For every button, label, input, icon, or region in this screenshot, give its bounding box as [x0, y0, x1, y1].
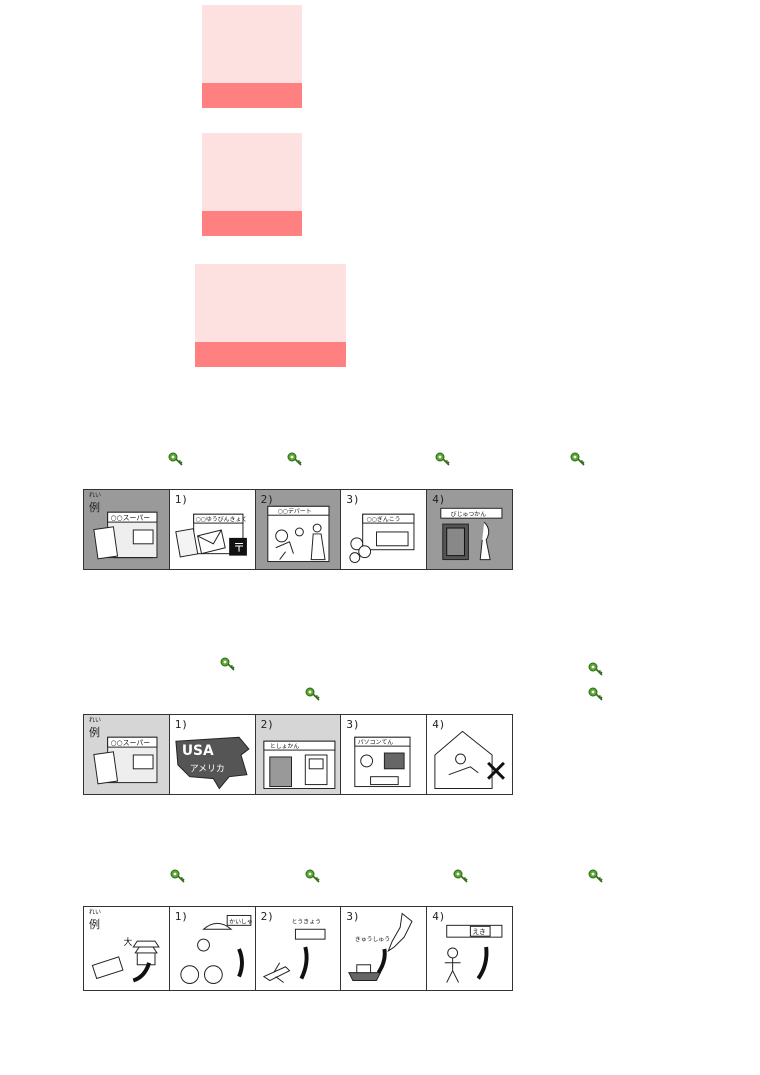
svg-text:○○デパート: ○○デパート	[277, 507, 311, 515]
svg-text:とうきょう: とうきょう	[291, 918, 321, 925]
panel-2: 2) としょかん	[255, 715, 342, 794]
placeholder-bar	[202, 211, 302, 236]
key-icon[interactable]	[170, 869, 186, 883]
panel-example: れい例 大	[84, 907, 170, 990]
picture-strip-1: れい例 ○○スーパー 1) ○○ゆうびんきょく 〒 2) ○○デパート 3) ○…	[83, 489, 513, 570]
placeholder-bar	[195, 342, 346, 367]
svg-text:○○ぎんこう: ○○ぎんこう	[367, 515, 401, 523]
library-illustration: としょかん	[262, 740, 335, 790]
ship-illustration: きゅうしゅう	[348, 912, 414, 982]
key-icon[interactable]	[168, 452, 184, 466]
station-illustration: えき	[444, 924, 503, 983]
svg-text:えき: えき	[473, 928, 487, 936]
panel-1: 1) ○○ゆうびんきょく 〒	[170, 490, 256, 569]
key-icon[interactable]	[588, 869, 604, 883]
museum-illustration: びじゅつかん	[440, 507, 503, 561]
computer-shop-illustration: パソコンてん	[354, 736, 411, 788]
picture-strip-3: れい例 大 1) かいしゃ 2) とうきょう 3) きゅうしゅう 4) えき	[83, 906, 513, 991]
image-placeholder-2	[202, 133, 302, 236]
image-placeholder-3	[195, 264, 346, 367]
panel-2: 2) ○○デパート	[255, 490, 342, 569]
svg-text:○○スーパー: ○○スーパー	[111, 739, 151, 747]
svg-text:○○ゆうびんきょく: ○○ゆうびんきょく	[195, 515, 247, 523]
post-office-illustration: ○○ゆうびんきょく 〒	[175, 513, 247, 558]
svg-text:大: 大	[123, 936, 132, 948]
placeholder-bar	[202, 83, 302, 108]
panel-4: 4)	[427, 715, 512, 794]
image-placeholder-1	[202, 5, 302, 108]
panel-4: 4) びじゅつかん	[427, 490, 512, 569]
panel-3: 3) パソコンてん	[341, 715, 428, 794]
supermarket-illustration: ○○スーパー	[93, 511, 158, 560]
bank-illustration: ○○ぎんこう	[349, 513, 415, 564]
panel-3: 3) きゅうしゅう	[341, 907, 428, 990]
svg-text:○○スーパー: ○○スーパー	[111, 514, 151, 522]
key-icon[interactable]	[453, 869, 469, 883]
panel-1: 1) USA アメリカ	[170, 715, 256, 794]
svg-text:USA: USA	[182, 743, 214, 759]
department-store-illustration: ○○デパート	[266, 505, 330, 563]
svg-text:としょかん: としょかん	[269, 743, 299, 750]
svg-text:かいしゃ: かいしゃ	[229, 918, 253, 925]
key-icon[interactable]	[305, 687, 321, 701]
key-icon[interactable]	[220, 657, 236, 671]
key-icon[interactable]	[570, 452, 586, 466]
key-icon[interactable]	[588, 687, 604, 701]
svg-text:パソコンてん: パソコンてん	[358, 739, 394, 746]
key-icon[interactable]	[305, 869, 321, 883]
bicycle-illustration: かいしゃ	[180, 914, 253, 984]
key-icon[interactable]	[435, 452, 451, 466]
panel-example: れい例 ○○スーパー	[84, 715, 170, 794]
panel-3: 3) ○○ぎんこう	[341, 490, 428, 569]
svg-text:アメリカ: アメリカ	[190, 764, 225, 775]
panel-example: れい例 ○○スーパー	[84, 490, 170, 569]
svg-text:きゅうしゅう: きゅうしゅう	[355, 936, 390, 943]
key-icon[interactable]	[287, 452, 303, 466]
airplane-illustration: とうきょう	[262, 918, 326, 983]
temple-trip-illustration: 大	[91, 936, 160, 983]
picture-strip-2: れい例 ○○スーパー 1) USA アメリカ 2) としょかん 3) パソコンて…	[83, 714, 513, 795]
svg-text:〒: 〒	[233, 541, 245, 555]
supermarket-illustration: ○○スーパー	[93, 736, 158, 785]
panel-1: 1) かいしゃ	[170, 907, 256, 990]
home-illustration	[434, 730, 506, 790]
key-icon[interactable]	[588, 662, 604, 676]
usa-map-illustration: USA アメリカ	[175, 736, 250, 790]
panel-4: 4) えき	[427, 907, 512, 990]
panel-2: 2) とうきょう	[256, 907, 342, 990]
svg-text:びじゅつかん: びじゅつかん	[451, 510, 487, 518]
